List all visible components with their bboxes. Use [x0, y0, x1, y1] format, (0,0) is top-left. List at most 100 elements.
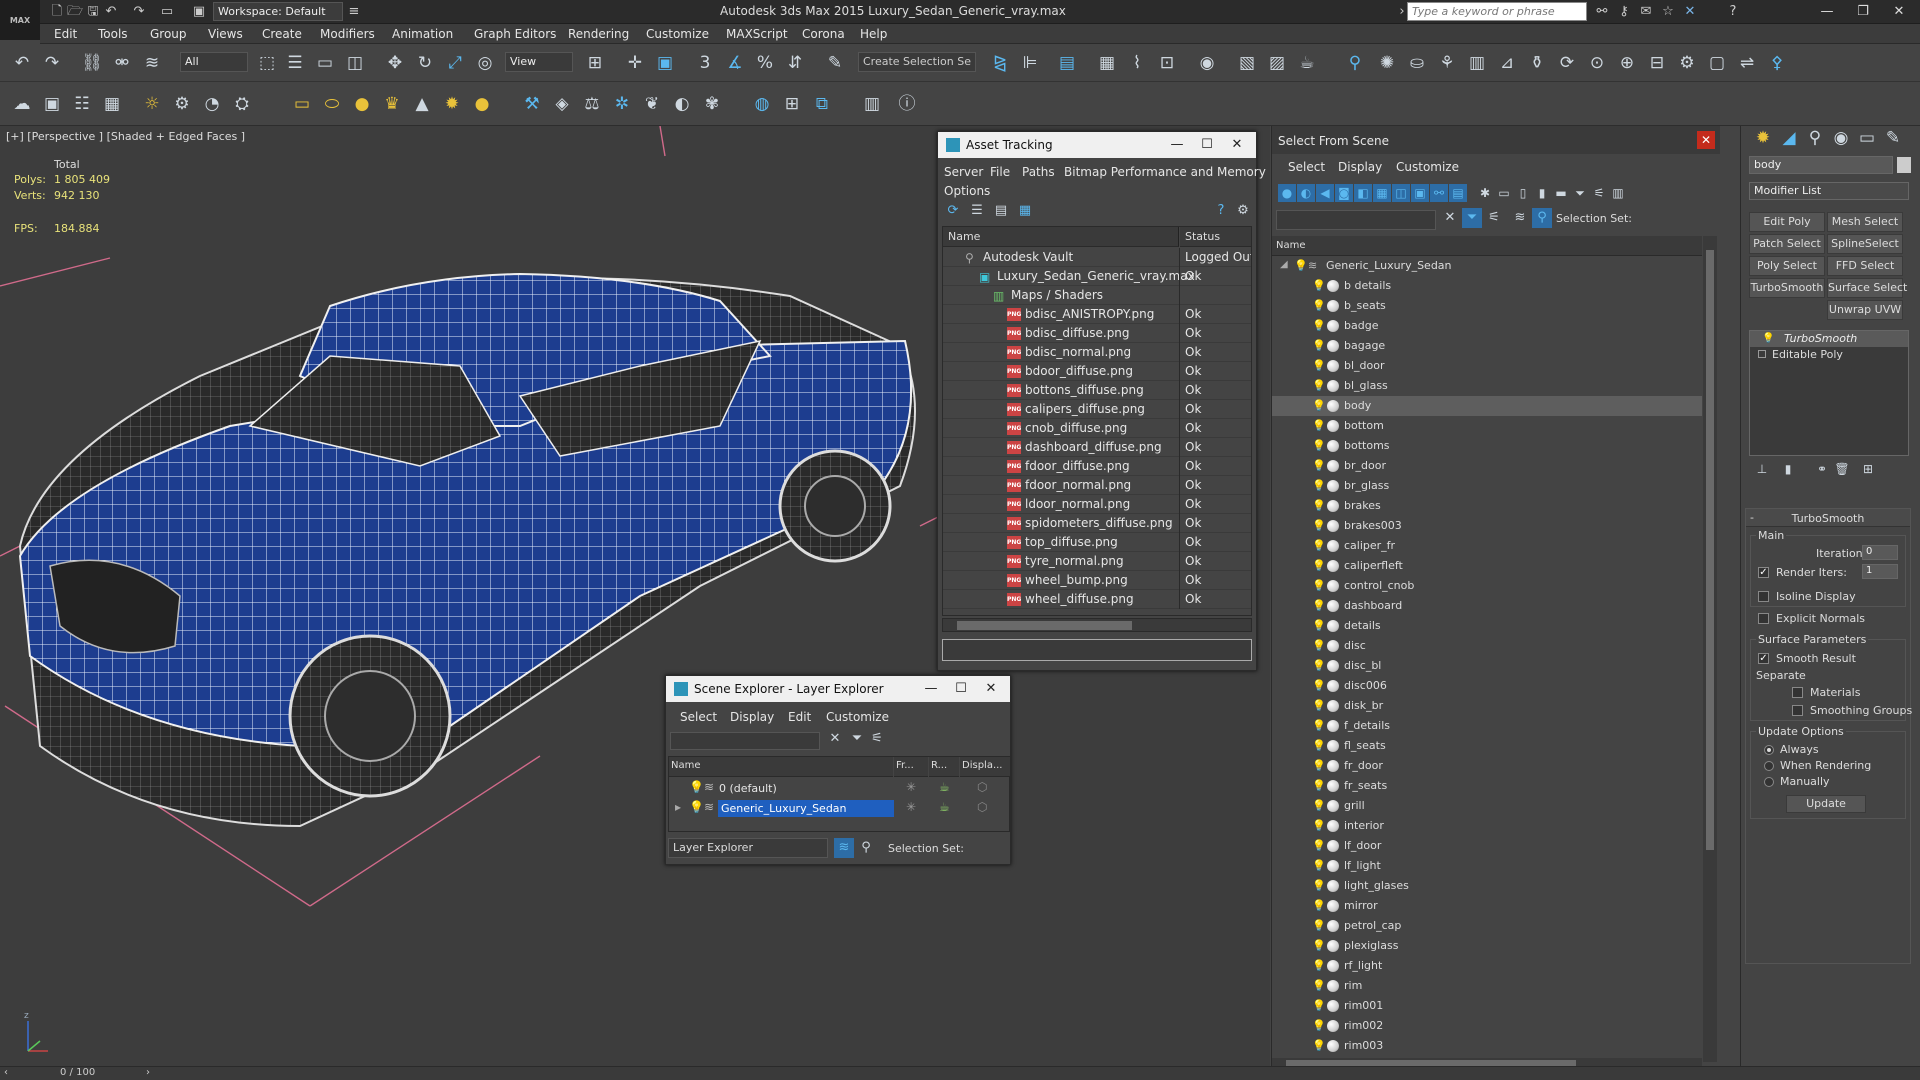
corona-converter-icon[interactable]: ☷ [70, 92, 94, 116]
light-bulb-icon[interactable]: 💡 [1312, 879, 1326, 892]
timeline-prev-icon[interactable]: ‹ [4, 1067, 8, 1078]
asset-row[interactable]: PNG bdisc_diffuse.png Ok [943, 324, 1251, 343]
corona-spot-icon[interactable]: ▲ [410, 92, 434, 116]
light-bulb-icon[interactable]: 💡 [1312, 659, 1326, 672]
edit-named-selection-icon[interactable]: ✎ [823, 51, 847, 75]
smoothing-groups-checkbox[interactable] [1792, 705, 1803, 716]
new-file-icon[interactable]: 🗋 [48, 3, 66, 21]
asset-row[interactable]: PNG bdisc_normal.png Ok [943, 343, 1251, 362]
explorer-menu-select[interactable]: Select [680, 710, 717, 724]
menu-edit[interactable]: Edit [54, 27, 77, 41]
light-bulb-icon[interactable]: 💡 [1312, 599, 1326, 612]
hidden-filter-icon[interactable]: ▭ [1495, 184, 1513, 202]
corona-toolbox-icon[interactable]: ▦ [100, 92, 124, 116]
app-logo[interactable]: MAX [0, 0, 40, 40]
menu-modifiers[interactable]: Modifiers [320, 27, 375, 41]
expand-icon[interactable]: ▸ [675, 800, 681, 814]
minimize-icon[interactable]: — [1164, 135, 1190, 155]
corona-batch-icon[interactable]: ⧉ [810, 92, 834, 116]
undo-icon[interactable]: ↶ [102, 3, 120, 21]
corona-shadow-catcher-icon[interactable]: ⚖ [580, 92, 604, 116]
corona-renderer-icon[interactable]: ☁ [10, 92, 34, 116]
pivot-center-icon[interactable]: ⊞ [583, 51, 607, 75]
scene-object-row[interactable]: 💡 dashboard [1272, 596, 1702, 616]
vray-frame-buffer-icon[interactable]: ⟳ [1555, 51, 1579, 75]
asset-row[interactable]: PNG bdisc_ANISTROPY.png Ok [943, 305, 1251, 324]
mirror-icon[interactable]: ⧎ [988, 51, 1012, 75]
display-box-icon[interactable]: ⬡ [977, 780, 987, 794]
light-bulb-icon[interactable]: 💡 [1312, 859, 1326, 872]
redo-icon[interactable]: ↷ [40, 51, 64, 75]
keyboard-shortcut-icon[interactable]: ▣ [653, 51, 677, 75]
align-icon[interactable]: ⊫ [1018, 51, 1042, 75]
light-bulb-icon[interactable]: 💡 [689, 780, 704, 794]
stack-item-editable-poly[interactable]: Editable Poly [1750, 347, 1908, 363]
asset-menu-file[interactable]: File [990, 165, 1010, 179]
scene-object-row[interactable]: 💡 br_glass [1272, 476, 1702, 496]
object-name-field[interactable]: body [1749, 156, 1893, 174]
render-iters-checkbox[interactable]: ✓ [1758, 567, 1769, 578]
vray-material-icon[interactable]: ▢ [1705, 51, 1729, 75]
selection-filter-dropdown[interactable]: All [180, 52, 248, 72]
scene-object-row[interactable]: 💡 bagage [1272, 336, 1702, 356]
render-iters-spinner[interactable]: 1 [1862, 564, 1898, 579]
patch-select-button[interactable]: Patch Select [1749, 234, 1825, 254]
scene-object-row[interactable]: 💡 bottom [1272, 416, 1702, 436]
scene-object-row[interactable]: 💡 disc006 [1272, 676, 1702, 696]
motion-tab-icon[interactable]: ◉ [1829, 126, 1853, 150]
shapes-filter-icon[interactable]: ◐ [1297, 184, 1315, 202]
light-bulb-icon[interactable]: 💡 [1312, 939, 1326, 952]
bind-spacewarp-icon[interactable]: ≋ [140, 51, 164, 75]
modifier-list-dropdown[interactable]: Modifier List [1749, 182, 1909, 200]
corona-vfb-icon[interactable]: ▣ [40, 92, 64, 116]
light-bulb-icon[interactable]: 💡 [1312, 379, 1326, 392]
rollout-header[interactable]: - TurboSmooth [1746, 509, 1910, 527]
menu-corona[interactable]: Corona [802, 27, 845, 41]
hold-icon[interactable]: ▭ [158, 3, 176, 21]
light-bulb-icon[interactable]: 💡 [1312, 519, 1326, 532]
always-radio[interactable] [1764, 745, 1774, 755]
scene-object-row[interactable]: 💡 rim [1272, 976, 1702, 996]
light-bulb-icon[interactable]: 💡 [1312, 559, 1326, 572]
corona-volume-icon[interactable]: ✾ [700, 92, 724, 116]
timeline-frame-counter[interactable]: 0 / 100 [60, 1067, 95, 1078]
project-folder-icon[interactable]: ▣ [190, 3, 208, 21]
hierarchy-icon[interactable]: ⚲ [856, 838, 876, 858]
light-bulb-icon[interactable]: 💡 [1312, 1039, 1326, 1052]
xrefs-filter-icon[interactable]: ▣ [1411, 184, 1429, 202]
link-icon[interactable]: ⛓ [80, 51, 104, 75]
layer-col-display[interactable]: Displa... [960, 757, 1010, 777]
curve-editor-icon[interactable]: ⌇ [1125, 51, 1149, 75]
reference-coordinate-dropdown[interactable]: View [505, 52, 573, 72]
corona-scatter-icon[interactable]: ◔ [200, 92, 224, 116]
update-button[interactable]: Update [1786, 795, 1866, 813]
asset-row[interactable]: ⚲ Autodesk Vault Logged Out . [943, 248, 1251, 267]
make-unique-icon[interactable]: ⚭ [1813, 460, 1831, 478]
vray-settings-icon[interactable]: ⚙ [1675, 51, 1699, 75]
scene-object-row[interactable]: 💡 bl_glass [1272, 376, 1702, 396]
scene-object-row[interactable]: 💡 grill [1272, 796, 1702, 816]
scene-object-row[interactable]: 💡 brakes003 [1272, 516, 1702, 536]
corona-proxy-icon[interactable]: ⚙ [170, 92, 194, 116]
asset-row[interactable]: PNG calipers_diffuse.png Ok [943, 400, 1251, 419]
light-bulb-icon[interactable]: 💡 [1312, 919, 1326, 932]
vray-lightbulb-icon[interactable]: ⚴ [1765, 51, 1789, 75]
help-icon[interactable]: ? [1724, 3, 1742, 21]
light-bulb-icon[interactable]: 💡 [1312, 719, 1326, 732]
save-file-icon[interactable]: 🖫 [84, 3, 102, 21]
scene-object-row[interactable]: 💡 interior [1272, 816, 1702, 836]
named-selection-set-input[interactable]: Create Selection Se [858, 52, 976, 72]
toggle-ribbon-icon[interactable]: ▦ [1095, 51, 1119, 75]
corona-pattern-icon[interactable]: ✲ [610, 92, 634, 116]
spacewarps-filter-icon[interactable]: ▦ [1373, 184, 1391, 202]
materials-checkbox[interactable] [1792, 687, 1803, 698]
light-bulb-icon[interactable]: 💡 [1312, 699, 1326, 712]
layers-icon[interactable]: ≋ [1510, 208, 1530, 228]
edit-poly-button[interactable]: Edit Poly [1749, 212, 1825, 232]
favorites-star-icon[interactable]: ☆ [1659, 3, 1677, 21]
settings-icon[interactable]: ⚙ [1234, 202, 1252, 220]
expand-box-icon[interactable] [1758, 350, 1766, 358]
modifier-bulb-icon[interactable]: 💡 [1762, 333, 1774, 344]
configure-sets-icon[interactable]: ⊞ [1859, 460, 1877, 478]
scrollbar-thumb[interactable] [957, 621, 1132, 630]
